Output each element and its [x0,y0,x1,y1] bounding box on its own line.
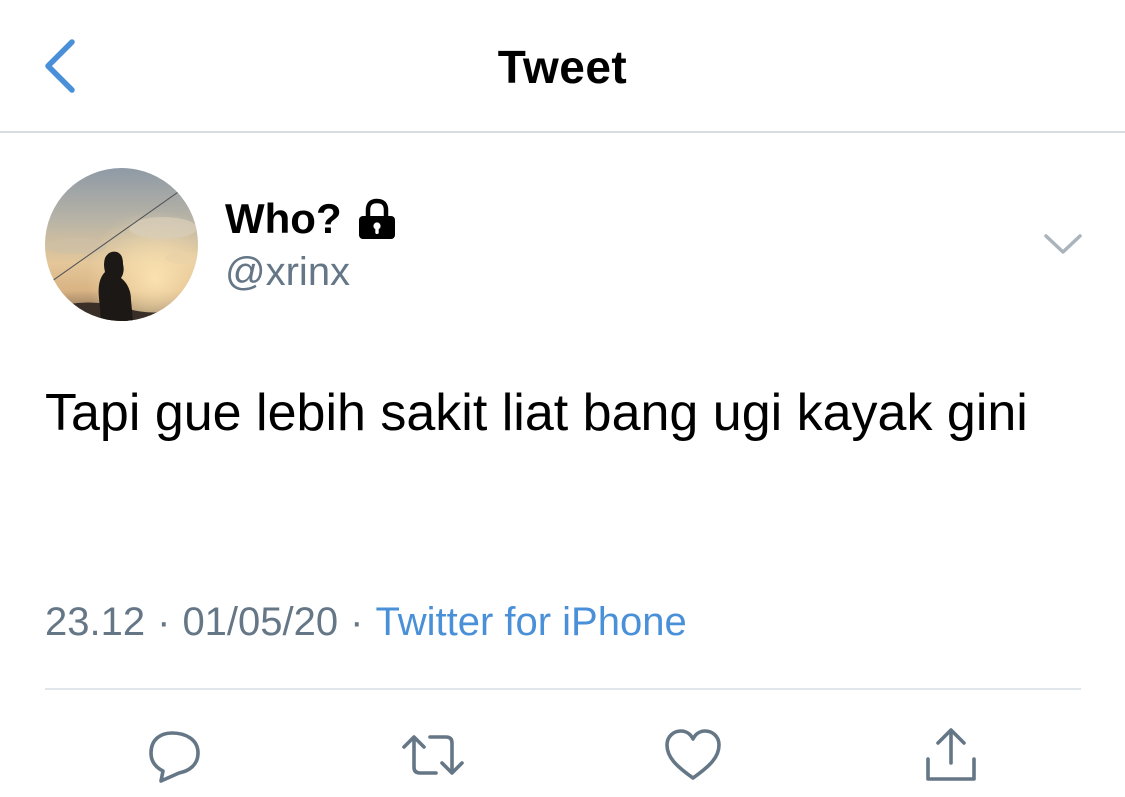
divider [45,688,1081,690]
share-icon [926,728,976,781]
page-title: Tweet [497,41,628,93]
meta-separator: · [157,600,171,644]
like-button[interactable] [660,722,726,788]
meta-separator: · [350,600,364,644]
tweet-options-button[interactable] [1040,228,1086,260]
chevron-down-icon [1044,234,1082,254]
nav-header: Tweet [0,0,1125,133]
tweet-meta: 23.12 · 01/05/20 · Twitter for iPhone [45,600,687,645]
retweet-button[interactable] [400,722,466,788]
share-button[interactable] [918,722,984,788]
tweet-date: 01/05/20 [182,600,339,644]
retweet-icon [402,735,464,775]
heart-icon [665,729,721,780]
author-handle[interactable]: @xrinx [225,250,350,295]
tweet-detail-screen: Tweet Who? @xrinx Tapi gue lebih sakit l… [0,0,1125,797]
author-name-row[interactable]: Who? [225,193,398,245]
avatar-photo [45,168,198,321]
tweet-time: 23.12 [45,600,146,644]
author-name: Who? [225,195,342,242]
reply-icon [149,731,200,783]
tweet-source-link[interactable]: Twitter for iPhone [375,600,686,644]
reply-button[interactable] [142,722,208,788]
lock-icon [358,198,395,239]
tweet-text: Tapi gue lebih sakit liat bang ugi kayak… [45,384,1028,442]
avatar[interactable] [45,168,198,321]
